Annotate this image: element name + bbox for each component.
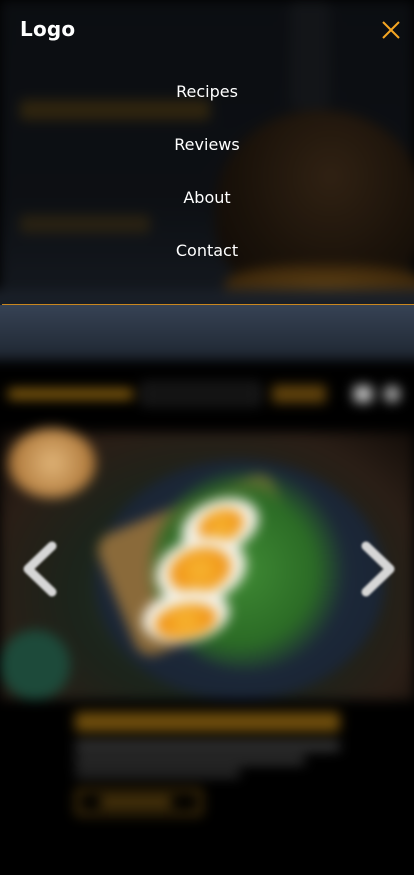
close-icon[interactable] bbox=[380, 19, 402, 41]
carousel-cookie bbox=[8, 428, 96, 498]
carousel-caption-title-blurred bbox=[75, 712, 340, 732]
search-input-blurred bbox=[142, 383, 260, 405]
menu-divider bbox=[2, 304, 414, 305]
carousel-caption-text-blurred bbox=[75, 742, 340, 750]
social-icon-2 bbox=[384, 386, 400, 402]
carousel-caption-button-label-blurred bbox=[100, 798, 172, 806]
nav-menu: Recipes Reviews About Contact bbox=[0, 74, 414, 286]
social-icon-1 bbox=[354, 386, 372, 402]
nav-item-reviews[interactable]: Reviews bbox=[0, 127, 414, 180]
chevron-right-icon[interactable] bbox=[356, 540, 400, 598]
chevron-left-icon[interactable] bbox=[18, 540, 62, 598]
logo[interactable]: Logo bbox=[20, 17, 75, 41]
search-label-blurred bbox=[8, 389, 133, 399]
nav-item-recipes[interactable]: Recipes bbox=[0, 74, 414, 127]
nav-overlay: Logo Recipes Reviews About Contact bbox=[0, 0, 414, 305]
carousel-caption-text-blurred bbox=[75, 756, 305, 764]
carousel-caption-text-blurred bbox=[75, 769, 240, 777]
carousel-leaf bbox=[0, 630, 70, 700]
nav-item-about[interactable]: About bbox=[0, 180, 414, 233]
nav-item-contact[interactable]: Contact bbox=[0, 233, 414, 286]
search-button-blurred bbox=[272, 385, 326, 403]
